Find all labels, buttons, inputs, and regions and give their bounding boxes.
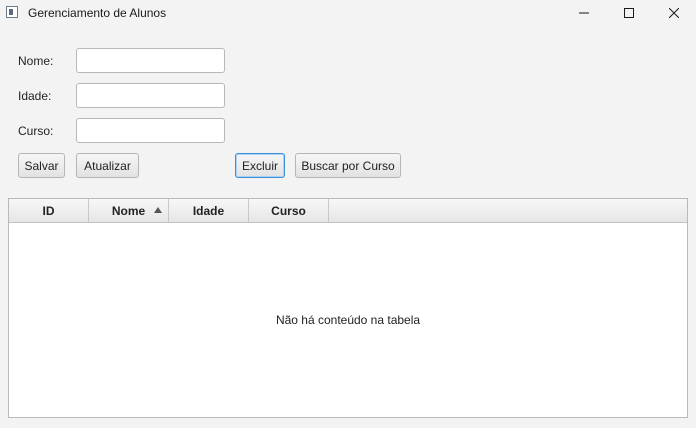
empty-message: Não há conteúdo na tabela bbox=[275, 313, 421, 327]
maximize-button[interactable] bbox=[607, 0, 651, 26]
nome-label: Nome: bbox=[18, 54, 54, 68]
app-icon bbox=[6, 6, 18, 18]
column-header-label: ID bbox=[42, 203, 55, 218]
minimize-icon bbox=[579, 12, 589, 14]
curso-field[interactable] bbox=[76, 118, 225, 143]
sort-ascending-icon bbox=[154, 207, 162, 213]
nome-field[interactable] bbox=[76, 48, 225, 73]
column-header-label: Nome bbox=[111, 203, 146, 218]
idade-label: Idade: bbox=[18, 89, 52, 103]
column-header-id[interactable]: ID bbox=[9, 199, 89, 222]
alunos-table[interactable]: ID Nome Idade Curso Não há conteúdo na t… bbox=[8, 198, 688, 418]
buscar-por-curso-button[interactable]: Buscar por Curso bbox=[295, 153, 401, 178]
maximize-icon bbox=[624, 8, 634, 18]
close-button[interactable] bbox=[652, 0, 696, 26]
excluir-button[interactable]: Excluir bbox=[235, 153, 285, 178]
idade-field[interactable] bbox=[76, 83, 225, 108]
column-header-nome[interactable]: Nome bbox=[89, 199, 169, 222]
curso-label: Curso: bbox=[18, 124, 54, 138]
column-header-label: Curso bbox=[271, 203, 306, 218]
title-bar: Gerenciamento de Alunos bbox=[0, 0, 696, 26]
atualizar-button[interactable]: Atualizar bbox=[76, 153, 139, 178]
close-icon bbox=[669, 8, 679, 18]
window-title: Gerenciamento de Alunos bbox=[28, 6, 167, 20]
column-header-label: Idade bbox=[192, 203, 225, 218]
table-header: ID Nome Idade Curso bbox=[9, 199, 687, 223]
column-header-curso[interactable]: Curso bbox=[249, 199, 329, 222]
column-header-idade[interactable]: Idade bbox=[169, 199, 249, 222]
table-empty-placeholder: Não há conteúdo na tabela bbox=[9, 223, 687, 417]
salvar-button[interactable]: Salvar bbox=[18, 153, 65, 178]
minimize-button[interactable] bbox=[562, 0, 606, 26]
